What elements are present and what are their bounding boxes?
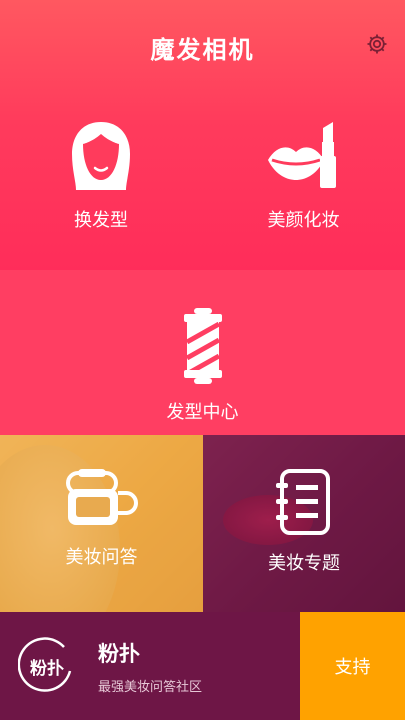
promo-text-block: 粉扑 最强美妆问答社区 bbox=[98, 638, 202, 695]
notebook-icon bbox=[276, 469, 330, 535]
bottom-bar: 粉扑 粉扑 最强美妆问答社区 支持 bbox=[0, 612, 405, 720]
lips-lipstick-icon bbox=[267, 122, 336, 188]
makeup-qa-tile[interactable]: 美妆问答 bbox=[0, 435, 203, 612]
promo-title: 粉扑 bbox=[98, 641, 140, 666]
chat-bubbles-icon bbox=[65, 469, 138, 525]
woman-hair-icon bbox=[72, 122, 130, 190]
hair-center-label: 发型中心 bbox=[166, 402, 239, 423]
makeup-qa-section: 美妆问答 bbox=[0, 435, 203, 612]
fenpu-promo-banner[interactable]: 粉扑 粉扑 最强美妆问答社区 bbox=[0, 612, 300, 720]
makeup-topics-tile[interactable]: 美妆专题 bbox=[203, 435, 405, 612]
makeup-topics-section: 美妆专题 bbox=[203, 435, 405, 612]
hair-center-section: 发型中心 bbox=[0, 270, 405, 435]
top-section: 魔发相机 换发型 美颜化妆 bbox=[0, 0, 405, 270]
makeup-label: 美颜化妆 bbox=[267, 210, 340, 231]
support-button[interactable]: 支持 bbox=[300, 612, 405, 720]
app-root: 魔发相机 换发型 美颜化妆 发型中心 美妆问答 美妆专题 粉扑 粉扑 最强美妆问… bbox=[0, 0, 405, 720]
makeup-qa-label: 美妆问答 bbox=[65, 547, 138, 568]
promo-subtitle: 最强美妆问答社区 bbox=[98, 679, 203, 695]
app-title: 魔发相机 bbox=[150, 36, 255, 64]
makeup-tile[interactable]: 美颜化妆 bbox=[202, 120, 405, 270]
hair-center-tile[interactable]: 发型中心 bbox=[0, 270, 405, 435]
barber-pole-icon bbox=[183, 308, 222, 384]
change-hairstyle-label: 换发型 bbox=[74, 210, 128, 231]
settings-gear-icon[interactable] bbox=[365, 32, 389, 56]
change-hairstyle-tile[interactable]: 换发型 bbox=[0, 120, 202, 270]
fenpu-logo: 粉扑 bbox=[18, 637, 76, 695]
makeup-topics-label: 美妆专题 bbox=[268, 553, 340, 574]
